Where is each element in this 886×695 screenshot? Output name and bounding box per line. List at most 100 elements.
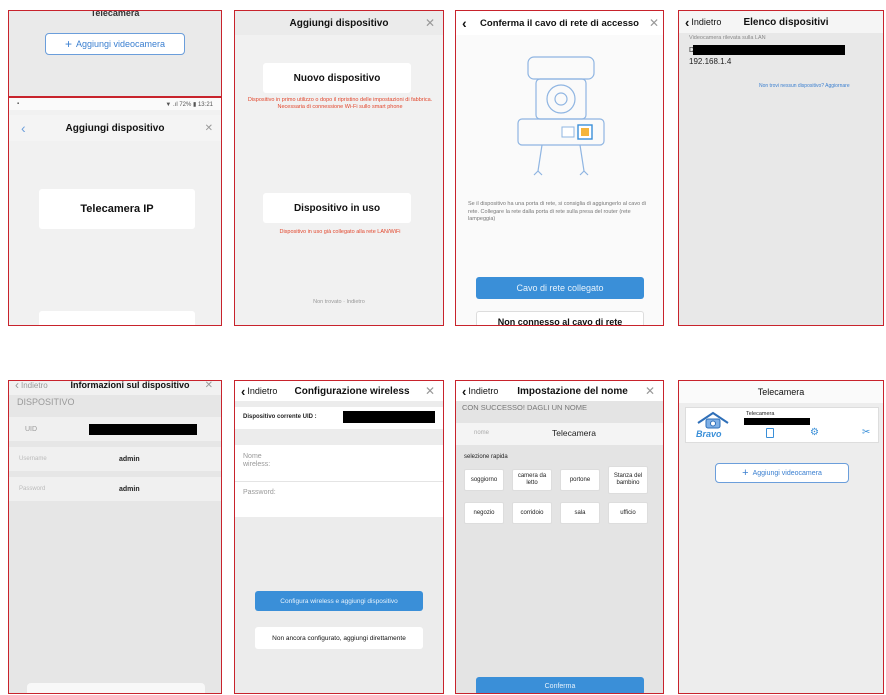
back-chevron-icon: ‹ (685, 14, 690, 30)
ip-camera-option[interactable]: Telecamera IP (39, 189, 195, 229)
back-chevron-icon[interactable]: ‹ (21, 120, 26, 136)
status-bar: ▪ ▼ .ıl 72% ▮ 13:21 (9, 98, 221, 110)
new-device-note: Dispositivo in primo utilizzo o dopo il … (247, 97, 433, 111)
username-value: admin (119, 455, 140, 463)
back-label: Indietro (21, 380, 48, 390)
panel-wireless-config: ‹ Indietro Configurazione wireless ✕ Dis… (234, 380, 444, 694)
add-camera-label: Aggiungi videocamera (752, 469, 822, 477)
back-label: Indietro (691, 17, 722, 27)
cable-connected-button[interactable]: Cavo di rete collegato (476, 277, 644, 299)
header: ‹ Indietro Elenco dispositivi (679, 11, 883, 33)
plus-icon: + (64, 37, 72, 51)
screen-title: Telecamera (90, 10, 140, 18)
close-icon[interactable]: ✕ (205, 123, 213, 134)
header-title: Aggiungi dispositivo (289, 17, 389, 29)
back-label: Indietro (468, 386, 499, 396)
back-chevron-icon: ‹ (15, 380, 19, 392)
next-option-partial[interactable] (39, 311, 195, 325)
panel-device-list: ‹ Indietro Elenco dispositivi Videocamer… (678, 10, 884, 326)
panel-device-info: ‹ Indietro Informazioni sul dispositivo … (8, 380, 222, 694)
uid-redacted (343, 411, 435, 423)
device-name-redacted (693, 45, 845, 55)
tools-icon[interactable]: ✂ (862, 427, 870, 438)
chip-camera-da-letto[interactable]: camera da letto (512, 469, 552, 491)
name-input[interactable]: Telecamera (552, 428, 596, 438)
name-label: nome (474, 430, 490, 436)
footer-text[interactable]: Non trovato · Indietro (235, 299, 443, 305)
password-label: Password (19, 486, 46, 492)
camera-list-screen: Telecamera + Aggiungi videocamera (9, 11, 221, 96)
header-title: Elenco dispositivi (743, 16, 829, 28)
house-camera-icon (697, 411, 729, 429)
password-row[interactable]: Password admin (9, 477, 221, 501)
refresh-link[interactable]: Non trovi nessun dispositivo? Aggiornare (759, 83, 850, 89)
back-button[interactable]: ‹ Indietro (241, 384, 277, 399)
header: ‹ Indietro Informazioni sul dispositivo … (9, 380, 221, 395)
chip-grid: soggiorno camera da letto portone Stanza… (464, 466, 650, 524)
sd-card-icon[interactable] (766, 428, 774, 438)
panel-set-name: ‹ Indietro Impostazione del nome ✕ CON S… (455, 380, 664, 694)
panel-camera-list: Telecamera Bravo Telecamera ⚙ ✂ + Aggiun… (678, 380, 884, 694)
back-chevron-icon[interactable]: ‹ (462, 15, 467, 31)
bottom-button-partial[interactable] (27, 683, 205, 693)
name-row: nome Telecamera (456, 423, 663, 445)
back-button[interactable]: ‹ Indietro (15, 380, 48, 392)
chip-negozio[interactable]: negozio (464, 502, 504, 524)
device-ip: 192.168.1.4 (689, 57, 732, 66)
header-title: Conferma il cavo di rete di accesso (480, 17, 639, 29)
password-input[interactable] (283, 485, 435, 503)
bravo-logo: Bravo (690, 411, 736, 441)
username-label: Username (19, 456, 47, 462)
back-button[interactable]: ‹ Indietro (685, 15, 721, 30)
wifi-name-input[interactable] (283, 451, 435, 469)
header: Telecamera (679, 381, 883, 403)
in-use-device-button[interactable]: Dispositivo in uso (263, 193, 411, 223)
add-camera-button[interactable]: + Aggiungi videocamera (715, 463, 849, 483)
chip-stanza-del-bambino[interactable]: Stanza del bambino (608, 466, 648, 494)
close-icon[interactable]: ✕ (425, 16, 435, 30)
uid-label: Dispositivo corrente UID : (243, 414, 317, 420)
quick-label: selezione rapida (464, 454, 508, 460)
skip-configure-button[interactable]: Non ancora configurato, aggiungi diretta… (255, 627, 423, 649)
uid-row: Dispositivo corrente UID : (235, 407, 443, 429)
close-icon[interactable]: ✕ (649, 16, 659, 30)
header: ‹ Indietro Impostazione del nome ✕ (456, 381, 663, 401)
back-chevron-icon: ‹ (462, 383, 467, 399)
field-divider (235, 481, 443, 482)
confirm-button[interactable]: Conferma (476, 677, 644, 693)
password-value: admin (119, 485, 140, 493)
chip-ufficio[interactable]: ufficio (608, 502, 648, 524)
chip-portone[interactable]: portone (560, 469, 600, 491)
wifi-name-label: Nome wireless: (243, 453, 271, 468)
configure-wireless-button[interactable]: Configura wireless e aggiungi dispositiv… (255, 591, 423, 611)
chip-corridoio[interactable]: corridoio (512, 502, 552, 524)
camera-card[interactable]: Bravo Telecamera ⚙ ✂ (685, 407, 879, 443)
new-device-button[interactable]: Nuovo dispositivo (263, 63, 411, 93)
header: ‹ Conferma il cavo di rete di accesso ✕ (456, 11, 663, 35)
header: Aggiungi dispositivo ✕ (235, 11, 443, 35)
device-entry[interactable]: D 192.168.1.4 (679, 43, 883, 73)
cable-not-connected-button[interactable]: Non connesso al cavo di rete (476, 311, 644, 325)
instruction-text: Se il dispositivo ha una porta di rete, … (468, 201, 646, 223)
close-icon[interactable]: ✕ (425, 384, 435, 398)
header-title: Telecamera (757, 387, 805, 397)
header: ‹ Aggiungi dispositivo ✕ (9, 115, 221, 141)
chip-soggiorno[interactable]: soggiorno (464, 469, 504, 491)
camera-cable-illustration (517, 56, 605, 176)
success-text: CON SUCCESSO! DAGLI UN NOME (462, 403, 588, 412)
close-icon[interactable]: ✕ (205, 381, 213, 391)
plus-icon: + (742, 467, 749, 479)
back-button[interactable]: ‹ Indietro (462, 384, 498, 399)
header: ‹ Indietro Configurazione wireless ✕ (235, 381, 443, 401)
username-row[interactable]: Username admin (9, 447, 221, 471)
add-camera-label: Aggiungi videocamera (75, 39, 166, 49)
uid-row: UID (9, 417, 221, 441)
chip-sala[interactable]: sala (560, 502, 600, 524)
close-icon[interactable]: ✕ (645, 384, 655, 398)
uid-label: UID (25, 425, 38, 433)
add-camera-button[interactable]: + Aggiungi videocamera (45, 33, 185, 55)
panel-confirm-cable: ‹ Conferma il cavo di rete di accesso ✕ … (455, 10, 664, 326)
header-title: Aggiungi dispositivo (65, 122, 165, 134)
panel-add-device-camera: Telecamera + Aggiungi videocamera ▪ ▼ .ı… (8, 10, 222, 326)
settings-icon[interactable]: ⚙ (810, 427, 819, 438)
